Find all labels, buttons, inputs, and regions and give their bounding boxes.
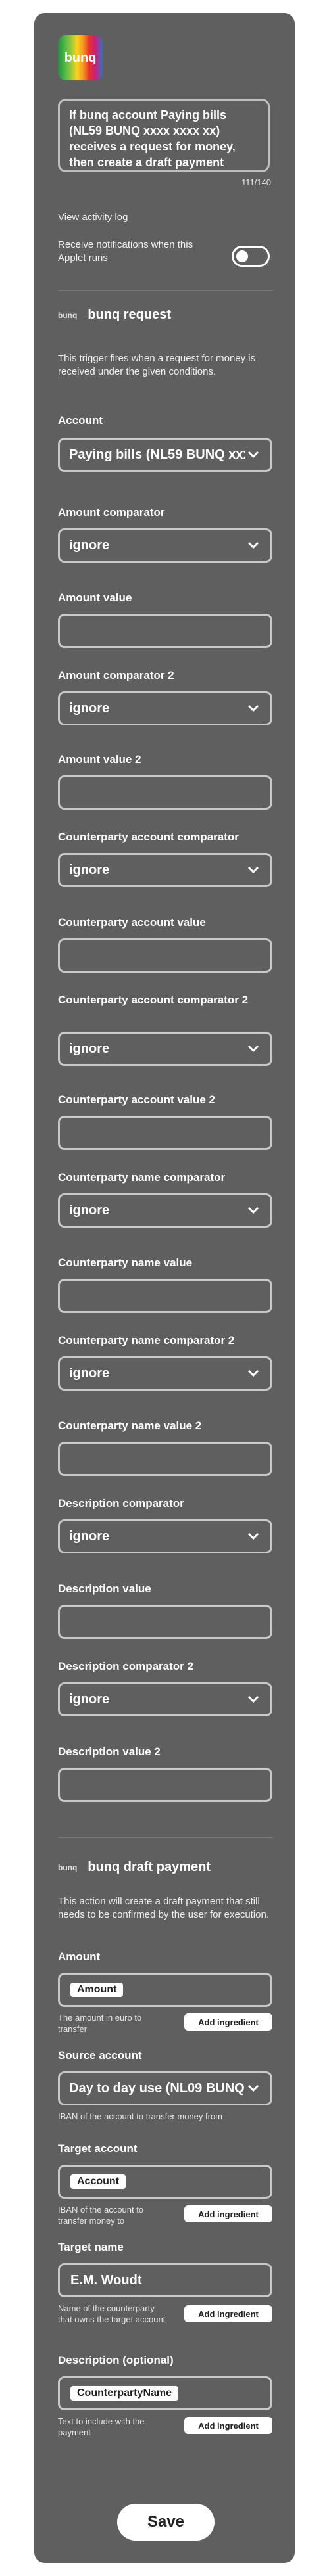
view-activity-log-link[interactable]: View activity log [58,212,128,223]
trigger-service-logo: bunq [58,310,78,320]
trigger-description: This trigger fires when a request for mo… [58,353,256,377]
cp-account-comparator-value: ignore [69,862,110,877]
action-service-logo: bunq [58,1862,78,1872]
amount-help: The amount in euro to transfer [58,2013,142,2034]
cp-account-comparator-select[interactable]: ignore [58,853,272,887]
cp-name-value-2-label: Counterparty name value 2 [58,1419,202,1432]
source-account-select[interactable]: Day to day use (NL09 BUNQ xxxx xxxx xx) [58,2071,272,2105]
chevron-down-icon [247,1695,259,1703]
divider [58,290,272,291]
action-description: This action will create a draft payment … [58,1896,270,1920]
account-select[interactable]: Paying bills (NL59 BUNQ xxxx xxxx xx) [58,438,272,472]
cp-account-comparator-label: Counterparty account comparator [58,831,239,843]
ingredient-pill[interactable]: Account [70,2174,126,2189]
notifications-toggle[interactable] [232,246,270,267]
amount-field[interactable]: Amount [58,1973,272,2007]
desc-value-label: Description value [58,1582,151,1595]
chevron-down-icon [247,1532,259,1540]
character-counter: 111/140 [241,177,271,187]
desc-comparator-label: Description comparator [58,1497,184,1509]
amount-comparator-2-value: ignore [69,701,110,716]
amount-value-2-input[interactable] [58,775,272,810]
source-account-value: Day to day use (NL09 BUNQ xxxx xxxx xx) [69,2081,245,2096]
ingredient-pill[interactable]: Amount [70,1983,124,1997]
chevron-down-icon [247,1207,259,1214]
target-account-help: IBAN of the account to transfer money to [58,2205,144,2226]
amount-comparator-value: ignore [69,538,110,553]
amount-comparator-select[interactable]: ignore [58,528,272,563]
cp-name-comparator-2-value: ignore [69,1366,110,1381]
applet-title-text: If bunq account Paying bills (NL59 BUNQ … [69,108,236,169]
cp-name-comparator-2-select[interactable]: ignore [58,1356,272,1391]
ingredient-pill[interactable]: CounterpartyName [70,2386,179,2401]
desc-comparator-value: ignore [69,1529,110,1544]
cp-name-comparator-2-label: Counterparty name comparator 2 [58,1334,235,1346]
amount-comparator-label: Amount comparator [58,506,165,518]
chevron-down-icon [247,1045,259,1053]
trigger-title: bunq request [88,308,171,322]
desc-comparator-2-select[interactable]: ignore [58,1682,272,1716]
cp-name-comparator-label: Counterparty name comparator [58,1171,226,1184]
target-name-value: E.M. Woudt [70,2272,142,2288]
applet-title-field[interactable]: If bunq account Paying bills (NL59 BUNQ … [58,99,270,172]
desc-value-2-label: Description value 2 [58,1745,161,1758]
amount-comparator-2-label: Amount comparator 2 [58,669,174,681]
add-ingredient-button[interactable]: Add ingredient [184,2417,272,2434]
add-ingredient-button[interactable]: Add ingredient [184,2305,272,2322]
divider [58,1837,272,1838]
add-ingredient-button[interactable]: Add ingredient [184,2205,272,2222]
trigger-header: bunq bunq request [58,308,171,323]
amount-value-label: Amount value [58,591,132,604]
desc-comparator-2-label: Description comparator 2 [58,1660,193,1672]
cp-name-value-2-input[interactable] [58,1442,272,1476]
chevron-down-icon [247,1369,259,1377]
target-account-label: Target account [58,2142,138,2155]
cp-account-comparator-2-label: Counterparty account comparator 2 [58,994,249,1006]
cp-account-value-2-label: Counterparty account value 2 [58,1093,216,1106]
logo-text: bunq [64,50,97,65]
cp-account-value-label: Counterparty account value [58,916,206,929]
toggle-knob [236,250,248,262]
description-field[interactable]: CounterpartyName [58,2376,272,2410]
cp-name-value-label: Counterparty name value [58,1256,193,1269]
save-button[interactable]: Save [117,2504,215,2541]
description-help: Text to include with the payment [58,2416,145,2437]
action-title: bunq draft payment [88,1860,211,1874]
cp-account-value-2-input[interactable] [58,1116,272,1150]
amount-comparator-2-select[interactable]: ignore [58,691,272,725]
applet-edit-card: bunq If bunq account Paying bills (NL59 … [34,13,295,2563]
account-label: Account [58,414,103,426]
target-name-label: Target name [58,2241,124,2253]
chevron-down-icon [247,866,259,874]
target-account-field[interactable]: Account [58,2165,272,2199]
desc-comparator-2-value: ignore [69,1691,110,1707]
amount-value-input[interactable] [58,614,272,648]
action-header: bunq bunq draft payment [58,1860,211,1875]
target-name-field[interactable]: E.M. Woudt [58,2263,272,2297]
cp-name-comparator-value: ignore [69,1203,110,1218]
add-ingredient-button[interactable]: Add ingredient [184,2013,272,2031]
desc-value-2-input[interactable] [58,1768,272,1802]
cp-account-value-input[interactable] [58,938,272,973]
bunq-logo: bunq [58,35,103,80]
cp-account-comparator-2-value: ignore [69,1041,110,1056]
cp-name-comparator-select[interactable]: ignore [58,1193,272,1228]
notifications-label: Receive notifications when this Applet r… [58,239,193,264]
amount-label: Amount [58,1950,101,1963]
amount-value-2-label: Amount value 2 [58,753,141,766]
desc-comparator-select[interactable]: ignore [58,1519,272,1553]
chevron-down-icon [247,541,259,549]
cp-account-comparator-2-select[interactable]: ignore [58,1032,272,1066]
account-value: Paying bills (NL59 BUNQ xxxx xxxx xx) [69,447,245,462]
desc-value-input[interactable] [58,1605,272,1639]
cp-name-value-input[interactable] [58,1279,272,1313]
target-name-help: Name of the counterparty that owns the t… [58,2303,166,2324]
chevron-down-icon [247,451,259,459]
description-label: Description (optional) [58,2354,174,2366]
chevron-down-icon [247,2084,259,2092]
chevron-down-icon [247,704,259,712]
source-account-help: IBAN of the account to transfer money fr… [58,2111,223,2121]
source-account-label: Source account [58,2049,142,2061]
